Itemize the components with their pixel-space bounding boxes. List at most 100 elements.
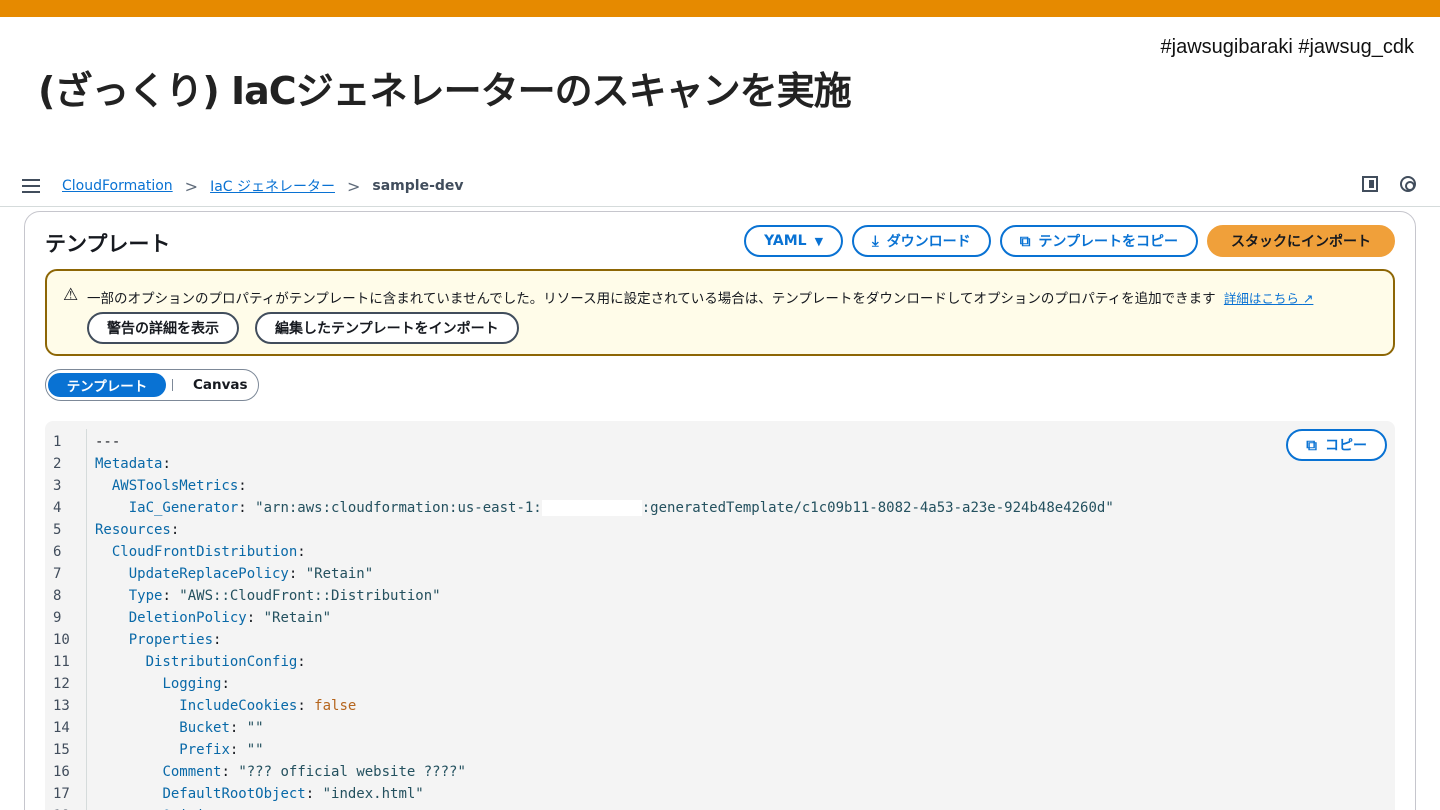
code-token: "Retain"	[305, 566, 374, 582]
code-token: ---	[95, 434, 121, 450]
code-token: :	[170, 522, 180, 538]
code-text: Prefix: ""	[95, 739, 264, 761]
code-token: Resources	[95, 522, 171, 538]
code-text: UpdateReplacePolicy: "Retain"	[95, 563, 373, 585]
code-text: Properties:	[95, 629, 222, 651]
code-token: :	[305, 786, 323, 802]
code-text: DistributionConfig:	[95, 651, 306, 673]
code-token: IaC_Generator	[128, 500, 239, 516]
copy-template-button[interactable]: ⧉ テンプレートをコピー	[999, 225, 1198, 257]
code-text: IaC_Generator: "arn:aws:cloudformation:u…	[95, 497, 1114, 519]
format-select[interactable]: YAML ▼	[744, 225, 844, 257]
show-warning-details-button[interactable]: 警告の詳細を表示	[87, 312, 239, 344]
chevron-right-icon: >	[347, 176, 361, 196]
tab-template[interactable]: テンプレート	[48, 373, 166, 397]
code-token: UpdateReplacePolicy	[128, 566, 289, 582]
code-line: 8 Type: "AWS::CloudFront::Distribution"	[45, 585, 1114, 607]
code-token: CloudFrontDistribution	[111, 544, 298, 560]
learn-more-link[interactable]: 詳細はこちら ↗	[1224, 291, 1313, 306]
code-line: 18 Origins:	[45, 805, 1114, 810]
alert-message-line: 一部のオプションのプロパティがテンプレートに含まれていませんでした。リソース用に…	[87, 287, 1313, 307]
alert-message: 一部のオプションのプロパティがテンプレートに含まれていませんでした。リソース用に…	[87, 291, 1216, 307]
breadcrumb: CloudFormation > IaC ジェネレーター > sample-de…	[22, 172, 1422, 200]
code-token: Properties	[128, 632, 214, 648]
code-editor[interactable]: 1 --- 2 Metadata: 3 AWSToolsMetrics: 4 IaC_Ge…	[45, 421, 1395, 810]
code-token: "index.html"	[322, 786, 424, 802]
settings-icon[interactable]	[1400, 176, 1416, 192]
download-icon: ⤓	[872, 232, 879, 250]
code-text: Metadata:	[95, 453, 171, 475]
line-number: 12	[53, 676, 70, 692]
code-token: IncludeCookies	[179, 698, 298, 714]
copy-icon: ⧉	[1306, 436, 1317, 454]
code-token: ""	[246, 720, 264, 736]
line-number: 15	[53, 742, 70, 758]
caret-down-icon: ▼	[814, 234, 824, 248]
header-divider	[0, 206, 1440, 207]
code-token: "??? official website ????"	[238, 764, 466, 780]
breadcrumb-cloudformation[interactable]: CloudFormation	[62, 178, 173, 194]
code-text: CloudFrontDistribution:	[95, 541, 306, 563]
code-token: :	[213, 632, 222, 648]
code-text: Bucket: ""	[95, 717, 264, 739]
code-token: ""	[246, 742, 264, 758]
tab-canvas[interactable]: Canvas	[179, 377, 248, 393]
code-token: :	[229, 742, 247, 758]
code-token: AWSToolsMetrics	[111, 478, 239, 494]
copy-template-label: テンプレートをコピー	[1038, 234, 1178, 250]
code-text: Origins:	[95, 805, 229, 810]
line-number: 18	[45, 805, 95, 810]
external-link-icon: ↗	[1302, 291, 1314, 306]
line-number: 6	[53, 544, 62, 560]
slide-hashtags: #jawsugibaraki #jawsug_cdk	[1160, 36, 1414, 58]
code-token: "AWS::CloudFront::Distribution"	[179, 588, 441, 604]
code-token: :	[297, 544, 306, 560]
code-line: 2 Metadata:	[45, 453, 1114, 475]
code-line: 6 CloudFrontDistribution:	[45, 541, 1114, 563]
code-text: ---	[95, 431, 120, 453]
import-stack-button[interactable]: スタックにインポート	[1207, 225, 1395, 257]
code-line: 7 UpdateReplacePolicy: "Retain"	[45, 563, 1114, 585]
code-line: 12 Logging:	[45, 673, 1114, 695]
menu-icon[interactable]	[22, 179, 40, 193]
copy-code-button[interactable]: ⧉ コピー	[1286, 429, 1387, 461]
code-token: "arn:aws:cloudformation:us-east-1:	[255, 500, 542, 516]
copy-icon: ⧉	[1019, 232, 1031, 250]
breadcrumb-current: sample-dev	[372, 178, 464, 194]
format-value: YAML	[764, 233, 807, 249]
download-button[interactable]: ⤓ ダウンロード	[852, 225, 991, 257]
code-token: :	[238, 478, 247, 494]
code-line: 10 Properties:	[45, 629, 1114, 651]
code-token: DefaultRootObject	[162, 786, 306, 802]
code-text: DefaultRootObject: "index.html"	[95, 783, 424, 805]
import-edited-template-button[interactable]: 編集したテンプレートをインポート	[255, 312, 519, 344]
code-token: Type	[128, 588, 163, 604]
code-line: 9 DeletionPolicy: "Retain"	[45, 607, 1114, 629]
code-line: 16 Comment: "??? official website ????"	[45, 761, 1114, 783]
line-number: 4	[53, 500, 62, 516]
code-token: Bucket	[179, 720, 230, 736]
code-text: IncludeCookies: false	[95, 695, 356, 717]
code-token: :	[229, 720, 247, 736]
code-text: AWSToolsMetrics:	[95, 475, 247, 497]
breadcrumb-iac-generator[interactable]: IaC ジェネレーター	[210, 176, 335, 196]
line-number: 2	[53, 456, 62, 472]
warning-alert: ⚠ 一部のオプションのプロパティがテンプレートに含まれていませんでした。リソース…	[45, 269, 1395, 356]
side-panel-icon[interactable]	[1362, 176, 1378, 192]
line-number: 10	[53, 632, 70, 648]
code-line: 13 IncludeCookies: false	[45, 695, 1114, 717]
code-line: 14 Bucket: ""	[45, 717, 1114, 739]
code-text: Comment: "??? official website ????"	[95, 761, 466, 783]
slide-title: (ざっくり) IaCジェネレーターのスキャンを実施	[38, 69, 852, 113]
redacted-account-id	[541, 500, 642, 516]
code-line: 11 DistributionConfig:	[45, 651, 1114, 673]
line-number: 7	[53, 566, 62, 582]
